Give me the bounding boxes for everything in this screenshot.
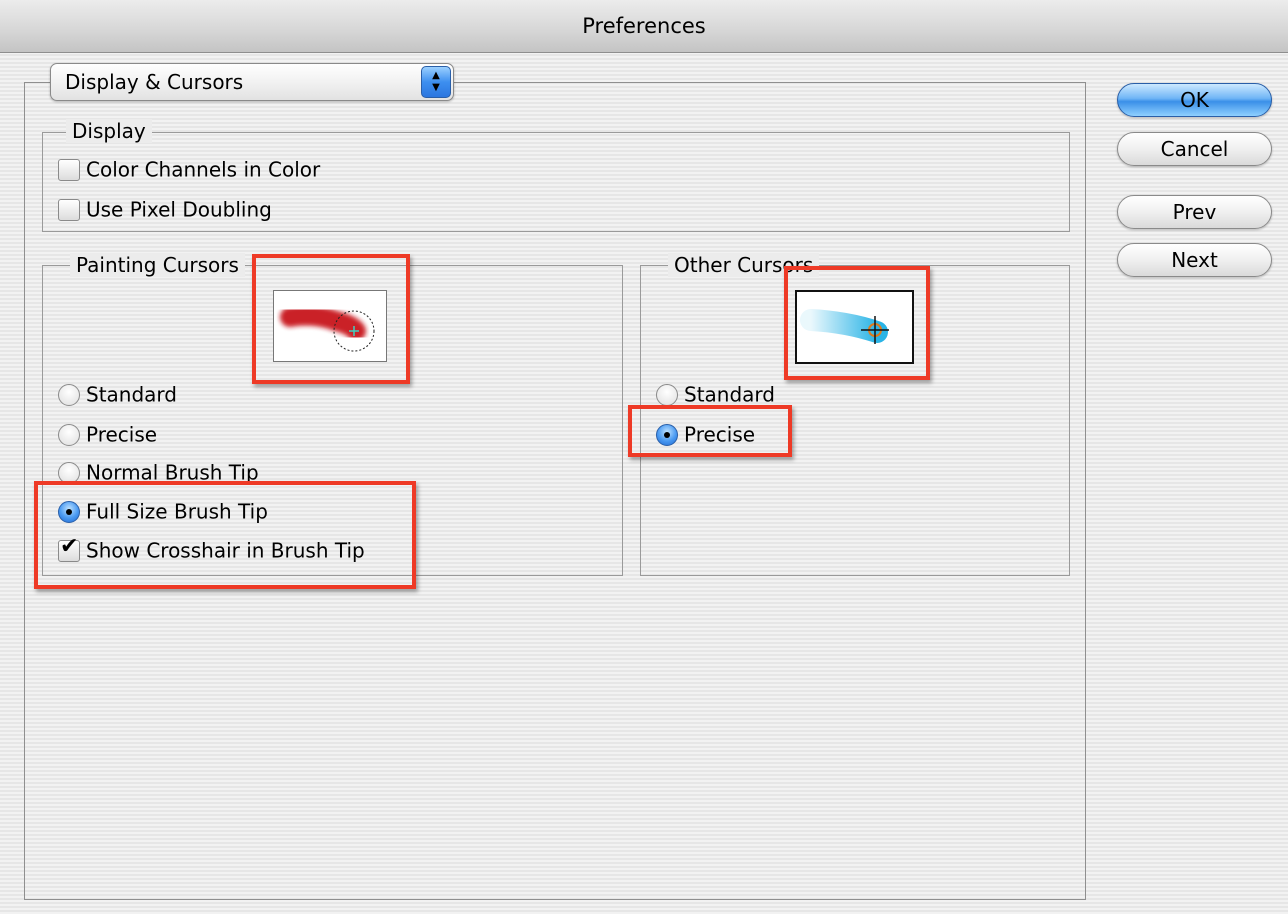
other-precise-radio[interactable] bbox=[656, 423, 678, 446]
brush-stroke-preview-icon bbox=[280, 305, 375, 352]
painting-standard-radio-row[interactable]: Standard bbox=[58, 381, 177, 407]
ok-button[interactable]: OK bbox=[1117, 83, 1272, 117]
other-cursor-preview bbox=[795, 290, 914, 364]
other-standard-radio[interactable] bbox=[656, 383, 678, 406]
cancel-button[interactable]: Cancel bbox=[1117, 132, 1272, 166]
other-cursors-title: Other Cursors bbox=[668, 253, 820, 277]
painting-precise-radio-row[interactable]: Precise bbox=[58, 421, 157, 447]
painting-precise-label: Precise bbox=[86, 422, 158, 447]
next-button[interactable]: Next bbox=[1117, 243, 1272, 277]
pixel-doubling-checkbox[interactable] bbox=[58, 198, 80, 221]
color-channels-checkbox-row[interactable]: Color Channels in Color bbox=[58, 156, 320, 182]
painting-full-size-radio[interactable] bbox=[58, 500, 80, 523]
window-title-bar: Preferences bbox=[0, 0, 1288, 53]
prev-button[interactable]: Prev bbox=[1117, 195, 1272, 229]
pane-select-popup[interactable]: Display & Cursors ▲ ▼ bbox=[50, 63, 454, 101]
painting-cursor-preview bbox=[273, 290, 387, 362]
color-channels-label: Color Channels in Color bbox=[86, 157, 321, 182]
updown-arrows-icon: ▲ ▼ bbox=[421, 66, 451, 98]
display-group-title: Display bbox=[66, 119, 152, 143]
window-title: Preferences bbox=[582, 14, 706, 38]
painting-normal-brush-radio-row[interactable]: Normal Brush Tip bbox=[58, 459, 259, 485]
painting-normal-brush-label: Normal Brush Tip bbox=[86, 460, 259, 485]
other-standard-label: Standard bbox=[684, 382, 775, 407]
pixel-doubling-checkbox-row[interactable]: Use Pixel Doubling bbox=[58, 196, 272, 222]
show-crosshair-label: Show Crosshair in Brush Tip bbox=[86, 538, 365, 563]
painting-standard-label: Standard bbox=[86, 382, 177, 407]
painting-full-size-radio-row[interactable]: Full Size Brush Tip bbox=[58, 498, 268, 524]
painting-normal-brush-radio[interactable] bbox=[58, 461, 80, 484]
color-channels-checkbox[interactable] bbox=[58, 158, 80, 181]
other-precise-label: Precise bbox=[684, 422, 756, 447]
pixel-doubling-label: Use Pixel Doubling bbox=[86, 197, 272, 222]
checkmark-icon: ✔ bbox=[60, 533, 79, 559]
painting-precise-radio[interactable] bbox=[58, 423, 80, 446]
show-crosshair-checkbox-row[interactable]: ✔ Show Crosshair in Brush Tip bbox=[58, 534, 365, 563]
other-cursor-preview-icon bbox=[800, 309, 889, 344]
pane-select-value: Display & Cursors bbox=[65, 70, 244, 94]
other-standard-radio-row[interactable]: Standard bbox=[656, 381, 775, 407]
other-precise-radio-row[interactable]: Precise bbox=[656, 421, 755, 447]
painting-standard-radio[interactable] bbox=[58, 383, 80, 406]
painting-full-size-label: Full Size Brush Tip bbox=[86, 499, 268, 524]
painting-cursors-title: Painting Cursors bbox=[70, 253, 245, 277]
show-crosshair-checkbox[interactable]: ✔ bbox=[58, 534, 80, 562]
